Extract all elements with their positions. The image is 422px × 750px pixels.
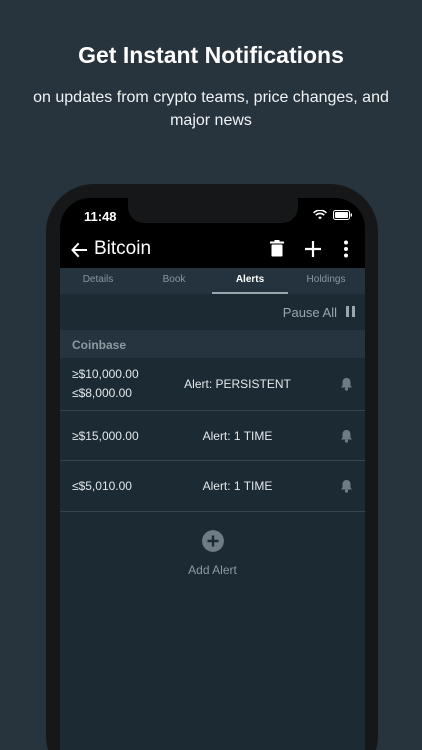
bell-icon[interactable] [340,479,353,493]
plus-icon[interactable] [304,240,322,258]
alert-type: Alert: 1 TIME [202,479,273,493]
alert-price-lower: ≤$5,010.00 [72,479,132,493]
tab-bar: Details Book Alerts Holdings [60,268,365,294]
alert-row[interactable]: ≥$15,000.00 Alert: 1 TIME [60,411,365,461]
app-screen: 11:48 Bitcoin Details Book Alerts Holdin… [60,198,365,750]
page-title: Bitcoin [94,238,152,259]
status-bar: 11:48 [60,198,365,232]
tab-details[interactable]: Details [60,268,136,294]
app-toolbar: Bitcoin [60,232,365,268]
wifi-icon [313,210,327,220]
pause-all-button[interactable]: Pause All [283,305,337,320]
add-alert-button[interactable]: Add Alert [60,528,365,577]
alert-prices: ≤$5,010.00 [72,477,132,496]
more-vertical-icon[interactable] [342,239,350,259]
tab-alerts[interactable]: Alerts [212,268,288,294]
plus-circle-icon[interactable] [201,530,224,552]
bell-icon[interactable] [340,429,353,443]
trash-icon[interactable] [270,240,284,257]
pause-all-bar: Pause All [60,294,365,330]
pause-icon[interactable] [346,306,355,317]
alert-price-lower: ≤$8,000.00 [72,386,132,400]
bell-icon[interactable] [340,377,353,391]
promo-title: Get Instant Notifications [78,42,344,68]
alert-row[interactable]: ≤$5,010.00 Alert: 1 TIME [60,461,365,512]
status-time: 11:48 [84,209,117,224]
promo-subtitle: on updates from crypto teams, price chan… [33,89,389,129]
exchange-name: Coinbase [72,338,127,352]
alert-prices: ≥$15,000.00 [72,427,139,446]
notch [128,198,298,223]
exchange-section-header: Coinbase [60,330,365,358]
tab-holdings[interactable]: Holdings [288,268,364,294]
tab-book[interactable]: Book [136,268,212,294]
alert-type: Alert: 1 TIME [202,429,273,443]
alert-price-upper: ≥$15,000.00 [72,429,139,443]
alert-type: Alert: PERSISTENT [184,377,291,391]
battery-icon [333,210,352,220]
status-icons [313,210,353,220]
alert-prices: ≥$10,000.00 ≤$8,000.00 [72,365,139,403]
add-alert-label: Add Alert [188,563,237,577]
alert-price-upper: ≥$10,000.00 [72,367,139,381]
alert-row[interactable]: ≥$10,000.00 ≤$8,000.00 Alert: PERSISTENT [60,358,365,411]
arrow-left-icon[interactable] [70,241,88,259]
